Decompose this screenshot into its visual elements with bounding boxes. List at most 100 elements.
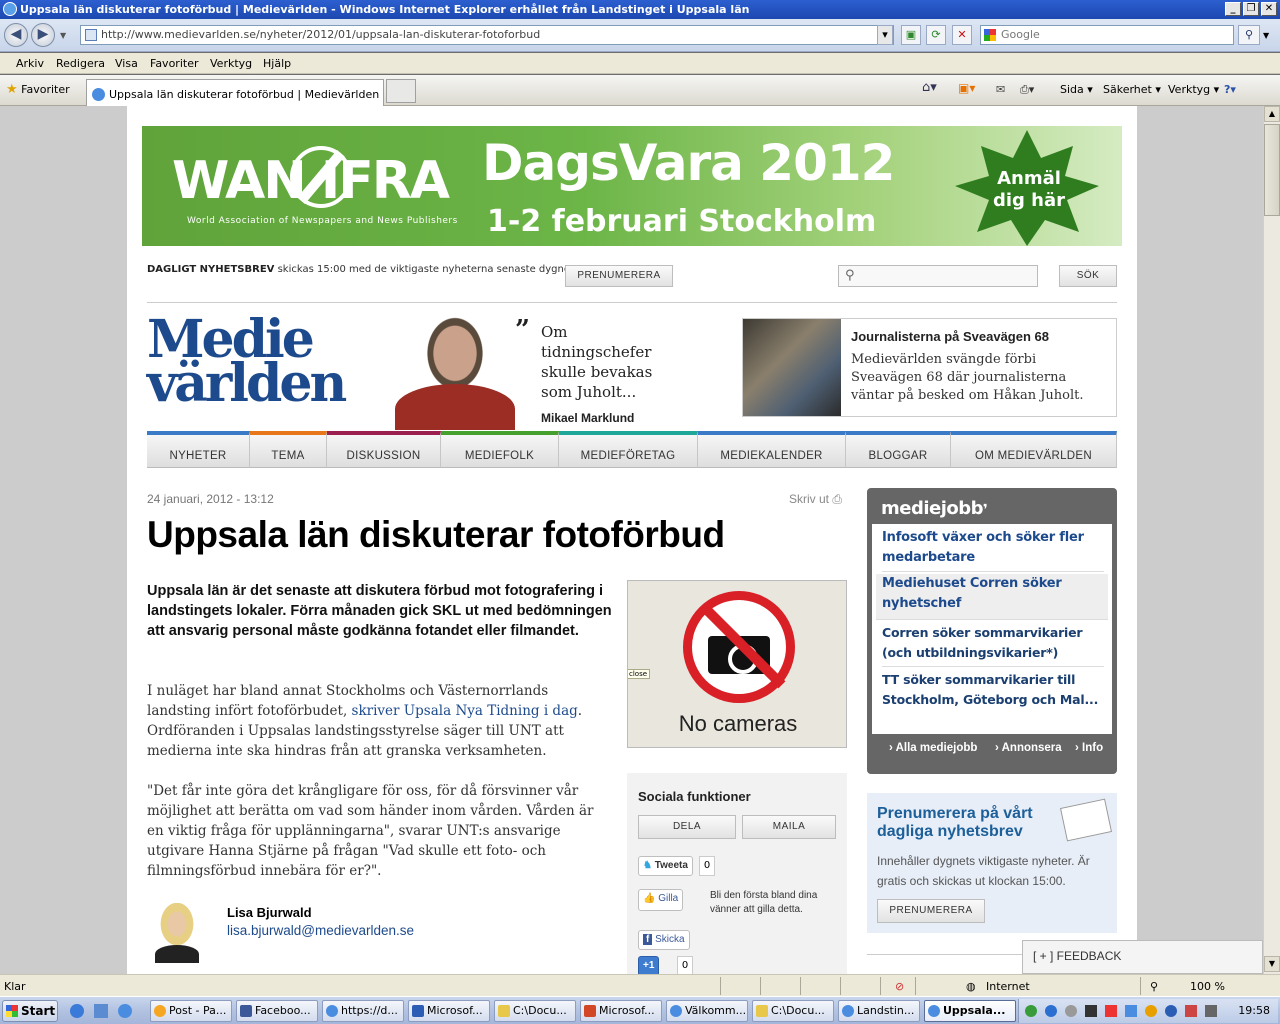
back-button[interactable]: ◀ [4, 23, 28, 47]
tray-security-icon[interactable] [1065, 1005, 1077, 1017]
job-item[interactable]: TT söker sommarvikarier till Stockholm, … [882, 670, 1104, 714]
taskbar-item[interactable]: Faceboo... [236, 1000, 318, 1022]
compatibility-view-icon[interactable]: ▣ [901, 25, 921, 45]
tray-speaker-icon[interactable] [1205, 1005, 1217, 1017]
address-dropdown-icon[interactable]: ▾ [877, 25, 893, 45]
menu-redigera[interactable]: Redigera [56, 57, 105, 70]
google-search-input[interactable]: Google [980, 25, 1234, 45]
job-item[interactable]: Corren söker sommarvikarier (och utbildn… [882, 623, 1104, 667]
like-button[interactable]: 👍 Gilla [638, 889, 684, 911]
scroll-down-icon[interactable]: ▼ [1264, 956, 1280, 972]
nav-diskussion[interactable]: DISKUSSION [327, 431, 441, 468]
search-icon[interactable]: ⚲ [1238, 25, 1260, 45]
share-button[interactable]: DELA [638, 815, 736, 839]
window-title-bar[interactable]: Uppsala län diskuterar fotoförbud | Medi… [0, 0, 1280, 19]
print-icon[interactable]: ⎙▾ [1020, 83, 1034, 97]
register-cta[interactable]: Anmäl dig här [984, 168, 1074, 212]
refresh-icon[interactable]: ⟳ [926, 25, 946, 45]
print-link[interactable]: Skriv ut ⎙ [789, 492, 842, 507]
tools-menu[interactable]: Verktyg ▾ [1168, 83, 1219, 96]
search-options-icon[interactable]: ▼ [1263, 31, 1269, 40]
job-item[interactable]: Mediehuset Corren söker nyhetschef [876, 574, 1108, 620]
vertical-scrollbar[interactable]: ▲ ▼ [1263, 106, 1280, 974]
taskbar-item[interactable]: Välkomm... [666, 1000, 748, 1022]
stop-icon[interactable]: ✕ [952, 25, 972, 45]
new-tab-button[interactable] [386, 79, 416, 103]
menu-arkiv[interactable]: Arkiv [16, 57, 44, 70]
nav-tema[interactable]: TEMA [250, 431, 327, 468]
nav-mediefolk[interactable]: MEDIEFOLK [441, 431, 559, 468]
zoom-level[interactable]: 100 % [1190, 980, 1225, 993]
taskbar-item[interactable]: C:\Docu... [494, 1000, 576, 1022]
subscribe-box-button[interactable]: PRENUMERERA [877, 899, 985, 923]
minimize-button[interactable]: _ [1225, 2, 1241, 16]
dagsvara-banner-ad[interactable]: WAN IFRA World Association of Newspapers… [142, 126, 1122, 246]
feedback-tab[interactable]: [ + ] FEEDBACK [1022, 940, 1263, 974]
tray-network-icon[interactable] [1025, 1005, 1037, 1017]
menu-hjalp[interactable]: Hjälp [263, 57, 291, 70]
tray-sync-icon[interactable] [1045, 1005, 1057, 1017]
close-button[interactable]: ✕ [1261, 2, 1277, 16]
quicklaunch-desktop-icon[interactable] [94, 1004, 108, 1018]
taskbar-item[interactable]: Post - Pa... [150, 1000, 232, 1022]
tray-display-icon[interactable] [1125, 1005, 1137, 1017]
tab-active[interactable]: Uppsala län diskuterar fotoförbud | Medi… [86, 79, 384, 106]
taskbar-item[interactable]: Microsof... [580, 1000, 662, 1022]
image-close-label[interactable]: close [628, 669, 651, 679]
nav-mediekalender[interactable]: MEDIEKALENDER [698, 431, 846, 468]
scroll-thumb[interactable] [1264, 124, 1280, 216]
security-zone[interactable]: Internet [986, 980, 1030, 993]
address-field[interactable]: http://www.medievarlden.se/nyheter/2012/… [80, 25, 894, 45]
feature-title[interactable]: Journalisterna på Sveavägen 68 [851, 329, 1049, 344]
taskbar-item[interactable]: Microsof... [408, 1000, 490, 1022]
start-button[interactable]: Start [2, 1000, 58, 1022]
mediejobb-logo[interactable]: mediejobb❜ [881, 498, 988, 519]
safety-menu[interactable]: Säkerhet ▾ [1103, 83, 1161, 96]
tray-app-icon[interactable] [1105, 1005, 1117, 1017]
search-button[interactable]: SÖK [1059, 265, 1117, 287]
quicklaunch-browser-icon[interactable] [70, 1004, 84, 1018]
taskbar-item[interactable]: Landstin... [838, 1000, 920, 1022]
columnist-portrait[interactable] [395, 312, 515, 430]
feature-box[interactable]: Journalisterna på Sveavägen 68 Medievärl… [742, 318, 1117, 417]
tray-antivirus-icon[interactable] [1145, 1005, 1157, 1017]
taskbar-item[interactable]: C:\Docu... [752, 1000, 834, 1022]
tray-volume-icon[interactable] [1085, 1005, 1097, 1017]
nav-medieforetag[interactable]: MEDIEFÖRETAG [559, 431, 698, 468]
maximize-button[interactable]: ❐ [1243, 2, 1259, 16]
menu-verktyg[interactable]: Verktyg [210, 57, 252, 70]
nav-nyheter[interactable]: NYHETER [147, 431, 250, 468]
zoom-icon[interactable]: ⚲ [1150, 980, 1158, 993]
protected-mode-icon[interactable]: ⊘ [895, 980, 904, 993]
columnist-quote[interactable]: ” Om tidningschefer skulle bevakas som J… [515, 317, 677, 428]
quicklaunch-ie-icon[interactable] [118, 1004, 132, 1018]
menu-visa[interactable]: Visa [115, 57, 138, 70]
newsletter-subscribe-button[interactable]: PRENUMERERA [565, 265, 673, 287]
menu-favoriter[interactable]: Favoriter [150, 57, 198, 70]
favorites-button[interactable]: ★ Favoriter [6, 82, 70, 97]
tray-bluetooth-icon[interactable] [1165, 1005, 1177, 1017]
help-icon[interactable]: ?▾ [1224, 83, 1236, 96]
taskbar-item-active[interactable]: Uppsala... [924, 1000, 1016, 1022]
forward-button[interactable]: ▶ [31, 23, 55, 47]
site-search-input[interactable]: ⚲ [838, 265, 1038, 287]
job-item[interactable]: Infosoft växer och söker fler medarbetar… [882, 528, 1104, 572]
info-link[interactable]: › Info [1075, 742, 1103, 754]
scroll-up-icon[interactable]: ▲ [1264, 106, 1280, 122]
nav-bloggar[interactable]: BLOGGAR [846, 431, 951, 468]
no-cameras-image[interactable]: No cameras close [627, 580, 847, 748]
tray-shield-icon[interactable] [1185, 1005, 1197, 1017]
home-icon[interactable]: ⌂▾ [922, 80, 937, 95]
rss-feed-icon[interactable]: ▣▾ [958, 81, 975, 95]
history-dropdown-icon[interactable]: ▼ [60, 31, 66, 40]
mail-icon[interactable]: ✉ [996, 83, 1005, 96]
facebook-send-button[interactable]: f Skicka [638, 930, 690, 950]
mail-button[interactable]: MAILA [742, 815, 836, 839]
author-email-link[interactable]: lisa.bjurwald@medievarlden.se [227, 923, 414, 938]
taskbar-item[interactable]: https://d... [322, 1000, 404, 1022]
google-plus-one-button[interactable]: +1 [638, 956, 660, 974]
unt-source-link[interactable]: skriver Upsala Nya Tidning i dag [352, 703, 578, 719]
nav-om-medievarlden[interactable]: OM MEDIEVÄRLDEN [951, 431, 1117, 468]
medievarlden-logo[interactable]: Medie världen [147, 314, 347, 410]
page-menu[interactable]: Sida ▾ [1060, 83, 1093, 96]
